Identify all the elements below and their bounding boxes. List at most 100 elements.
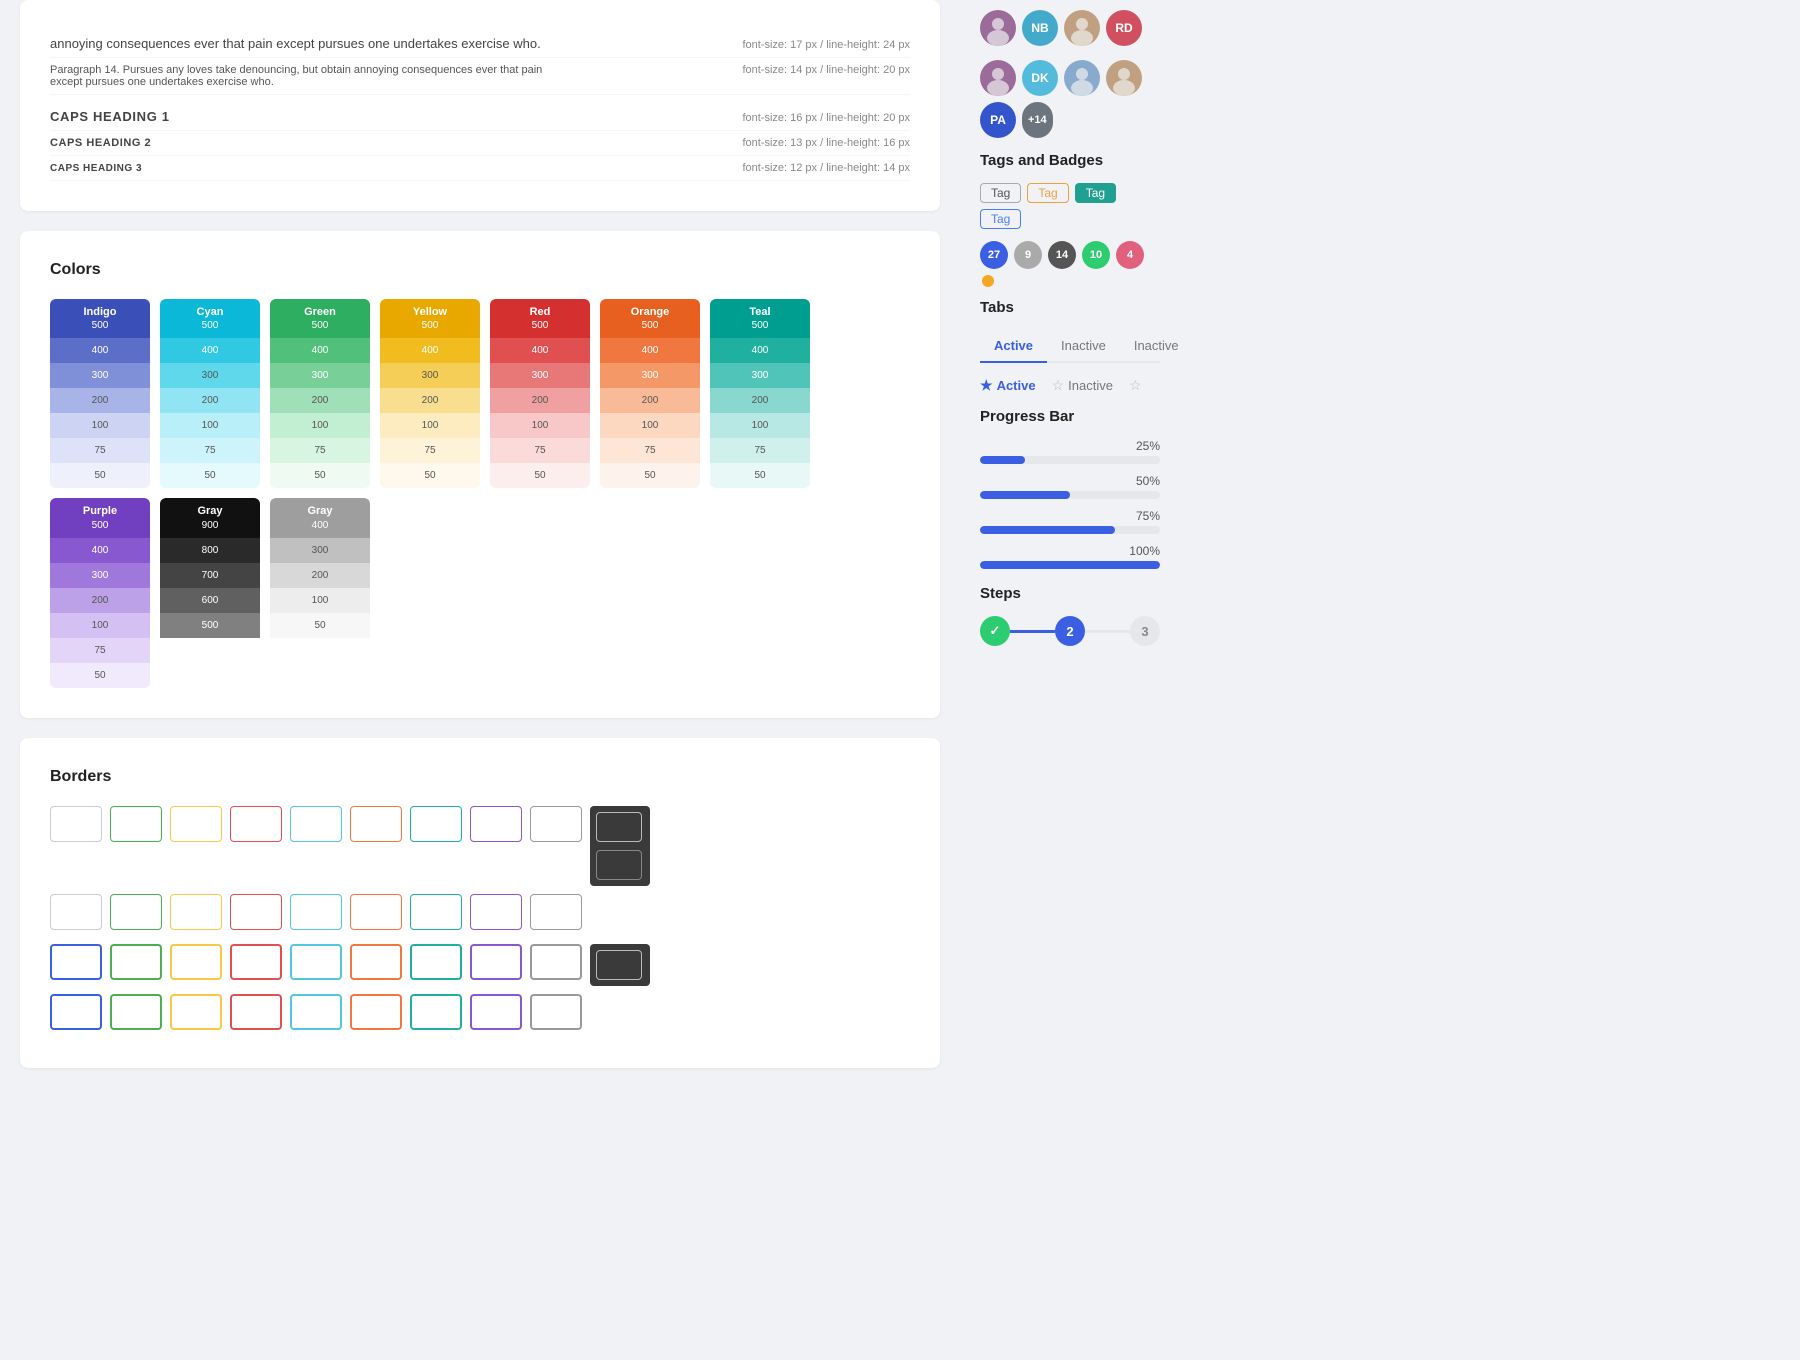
border-box [530, 894, 582, 930]
avatar-row-2: DK PA +14 [980, 60, 1160, 138]
color-swatch: 75 [710, 438, 810, 463]
color-column-red: Red5004003002001007550 [490, 299, 590, 488]
avatar-pa: PA [980, 102, 1016, 138]
border-box [110, 944, 162, 980]
border-box [170, 944, 222, 980]
color-swatch: Orange500 [600, 299, 700, 338]
borders-card: Borders [20, 738, 940, 1068]
tab-active-1[interactable]: Active [980, 330, 1047, 363]
color-name: Cyan [197, 305, 224, 319]
border-row-1 [50, 806, 910, 886]
color-swatch: 75 [160, 438, 260, 463]
border-box [410, 894, 462, 930]
progress-label-100: 100% [980, 544, 1160, 558]
color-swatch: Red500 [490, 299, 590, 338]
tags-row: Tag Tag Tag Tag [980, 183, 1160, 229]
star-filled-icon: ★ [980, 377, 993, 394]
color-shade-num: 50 [204, 469, 215, 482]
color-swatch: 300 [490, 363, 590, 388]
color-name: Yellow [413, 305, 447, 319]
color-shade-num: 50 [94, 469, 105, 482]
color-shade-num: 75 [94, 644, 105, 657]
color-swatch: 75 [270, 438, 370, 463]
color-shade-num: 600 [202, 594, 219, 607]
color-shade-num: 75 [644, 444, 655, 457]
border-box [470, 894, 522, 930]
tag-gray[interactable]: Tag [980, 183, 1021, 203]
tab-star-active-label: Active [997, 378, 1036, 393]
color-swatch: 600 [160, 588, 260, 613]
border-box [230, 944, 282, 980]
color-swatch: Green500 [270, 299, 370, 338]
tag-teal[interactable]: Tag [1075, 183, 1116, 203]
typo-row-caps1: CAPS HEADING 1 font-size: 16 px / line-h… [50, 103, 910, 131]
color-shade-num: 75 [314, 444, 325, 457]
avatar-img-4 [1106, 60, 1142, 96]
progress-track-50 [980, 491, 1160, 499]
color-swatch: 200 [600, 388, 700, 413]
border-box [470, 994, 522, 1030]
color-name: Teal [749, 305, 770, 319]
tag-blue[interactable]: Tag [980, 209, 1021, 229]
border-row-2 [50, 894, 910, 930]
step-3-next: 3 [1130, 616, 1160, 646]
color-shade-num: 200 [202, 394, 219, 407]
color-swatch: 75 [50, 438, 150, 463]
color-swatch: 200 [270, 563, 370, 588]
color-shade-num: 200 [312, 394, 329, 407]
color-shade-num: 300 [202, 369, 219, 382]
color-shade-num: 500 [92, 319, 109, 332]
color-swatch: 50 [50, 663, 150, 688]
color-shade-num: 75 [204, 444, 215, 457]
border-box [170, 994, 222, 1030]
step-2-current: 2 [1055, 616, 1085, 646]
color-shade-num: 100 [92, 619, 109, 632]
border-box [230, 994, 282, 1030]
color-shade-num: 50 [534, 469, 545, 482]
dark-border-block [590, 806, 650, 886]
step-line-1 [1010, 630, 1055, 633]
color-swatch: 75 [490, 438, 590, 463]
color-swatch: Gray900 [160, 498, 260, 537]
color-swatch: 200 [50, 388, 150, 413]
color-swatch: 50 [710, 463, 810, 488]
color-swatch: 75 [50, 638, 150, 663]
color-shade-num: 400 [92, 344, 109, 357]
borders-title: Borders [50, 768, 910, 786]
color-column-purple: Purple5004003002001007550 [50, 498, 150, 687]
color-shade-num: 500 [642, 319, 659, 332]
badge-27: 27 [980, 241, 1008, 269]
color-column-orange: Orange5004003002001007550 [600, 299, 700, 488]
border-box [290, 994, 342, 1030]
color-swatch: 200 [710, 388, 810, 413]
color-shade-num: 200 [312, 569, 329, 582]
color-column-green: Green5004003002001007550 [270, 299, 370, 488]
progress-label-50: 50% [980, 474, 1160, 488]
color-swatch: Cyan500 [160, 299, 260, 338]
color-shade-num: 200 [92, 394, 109, 407]
tab-star-inactive-2[interactable]: ☆ [1129, 377, 1142, 394]
tab-star-active[interactable]: ★ Active [980, 377, 1036, 394]
border-box [530, 806, 582, 842]
color-name: Indigo [84, 305, 117, 319]
progress-track-75 [980, 526, 1160, 534]
tag-orange[interactable]: Tag [1027, 183, 1068, 203]
color-shade-num: 500 [202, 619, 219, 632]
color-shade-num: 700 [202, 569, 219, 582]
color-shade-num: 100 [312, 594, 329, 607]
border-box [410, 994, 462, 1030]
progress-label-75: 75% [980, 509, 1160, 523]
color-swatch: 100 [160, 413, 260, 438]
tab-inactive-1[interactable]: Inactive [1047, 330, 1120, 363]
border-box [170, 894, 222, 930]
color-swatch: 400 [710, 338, 810, 363]
tab-star-inactive-1[interactable]: ☆ Inactive [1052, 377, 1113, 394]
tab-inactive-2[interactable]: Inactive [1120, 330, 1193, 363]
border-box [470, 806, 522, 842]
borders-content [50, 806, 910, 1030]
avatar-row-1: NB RD [980, 10, 1160, 46]
border-box [350, 894, 402, 930]
tab-star-inactive-1-label: Inactive [1068, 378, 1113, 393]
color-shade-num: 50 [424, 469, 435, 482]
border-box [470, 944, 522, 980]
